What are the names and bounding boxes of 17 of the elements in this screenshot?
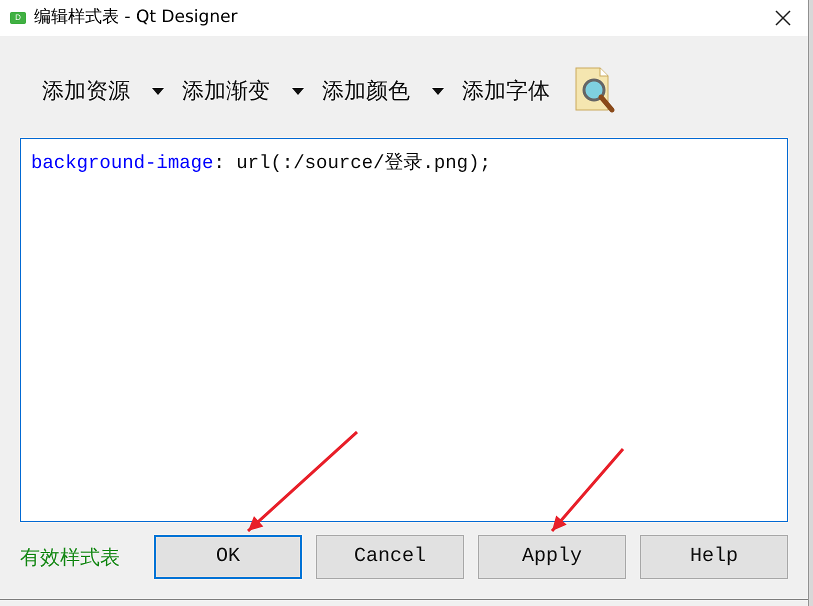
code-line: background-image: url(:/source/登录.png); [31,151,492,176]
window-title: 编辑样式表 - Qt Designer [34,6,238,30]
dialog-button[interactable]: OK [154,535,302,579]
toolbar-button[interactable]: 添加颜色 [322,74,444,108]
stylesheet-editor[interactable]: background-image: url(:/source/登录.png); [20,138,788,522]
toolbar-button[interactable]: 添加渐变 [182,74,304,108]
validity-status: 有效样式表 [20,544,121,571]
dialog-button[interactable]: Apply [478,535,626,579]
dropdown-icon [292,88,304,94]
dropdown-icon [432,88,444,94]
dropdown-icon [152,88,164,94]
close-icon [775,10,791,26]
dialog-button[interactable]: Cancel [316,535,464,579]
app-icon: D [10,12,26,24]
dialog-button[interactable]: Help [640,535,788,579]
toolbar-button[interactable]: 添加资源 [42,74,164,108]
toolbar-button[interactable]: 添加字体 [462,74,550,108]
